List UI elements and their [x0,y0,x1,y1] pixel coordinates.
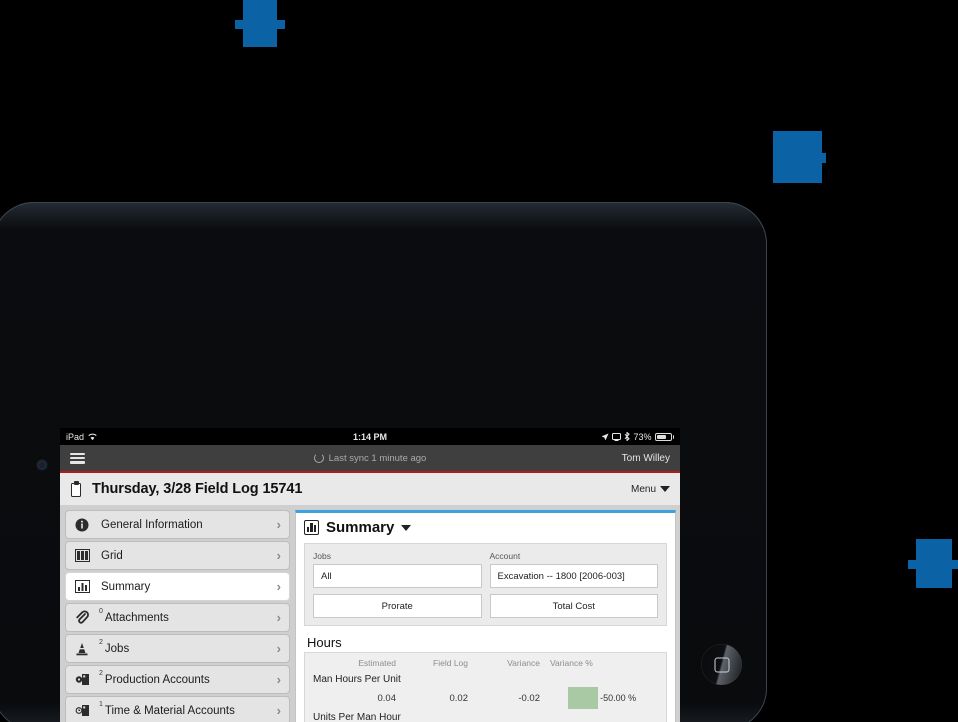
col-variance: Variance [507,658,540,668]
home-button[interactable] [701,644,742,685]
variance-bar [568,687,598,709]
ipad-device-frame: iPad 1:14 PM 73% Last sync 1 minute ago … [0,202,767,722]
hamburger-icon[interactable] [70,452,85,464]
sidebar-item-label: Attachments [104,611,169,624]
rotation-lock-icon [612,432,622,441]
sidebar-item-label: Time & Material Accounts [104,704,235,717]
clock-account-icon [73,703,91,719]
sidebar-badge: 2 [99,639,103,646]
menu-button[interactable]: Menu [631,484,670,495]
battery-icon [654,432,674,441]
sidebar-item-label: Summary [101,580,151,593]
row-group-label: Units Per Man Hour [313,712,401,722]
chevron-right-icon: › [276,548,281,563]
blue-cross-marker-bottom [908,539,958,588]
bar-chart-icon [73,579,91,595]
jobs-filter-label: Jobs [313,551,331,561]
screenshot-stage: iPad 1:14 PM 73% Last sync 1 minute ago … [0,0,958,722]
clipboard-icon [70,481,83,497]
content-area: General Information › Grid › Summary › 0… [60,506,680,722]
rounded-square-icon [714,657,729,672]
chevron-right-icon: › [276,703,281,718]
account-filter-label: Account [489,551,521,561]
info-circle-icon [73,517,91,533]
menu-button-label: Menu [630,483,656,495]
total-cost-button[interactable]: Total Cost [489,594,658,618]
sidebar-item-jobs[interactable]: 2 Jobs › [65,634,290,663]
front-camera-icon [38,461,46,469]
summary-filters: Jobs All Prorate Account Excavation -- 1… [304,543,667,626]
table-row: 0.04 0.02 -0.02 -50.00 % [305,686,666,710]
sidebar-badge: 0 [99,608,103,615]
caret-down-icon[interactable] [401,524,412,531]
account-filter-select[interactable]: Excavation -- 1800 [2006-003] [489,564,658,588]
sync-status-label: Last sync 1 minute ago [328,452,427,464]
location-arrow-icon [601,433,609,440]
paperclip-icon [73,610,91,626]
production-account-icon [73,672,91,688]
table-header-row: Estimated Field Log Variance Variance % [305,656,666,672]
col-estimated: Estimated [358,658,396,668]
hours-section-title: Hours [307,635,342,650]
sync-status: Last sync 1 minute ago [60,453,680,464]
record-title-bar: Thursday, 3/28 Field Log 15741 Menu [60,473,680,506]
chevron-right-icon: › [276,610,281,625]
bar-chart-icon [304,520,319,535]
status-bar: iPad 1:14 PM 73% [60,428,680,445]
chevron-right-icon: › [276,672,281,687]
sidebar-item-production-accounts[interactable]: 2 Production Accounts › [65,665,290,694]
status-time: 1:14 PM [352,431,387,442]
chevron-right-icon: › [276,517,281,532]
sidebar-item-label: Grid [101,549,123,562]
grid-columns-icon [73,548,91,564]
sidebar-item-attachments[interactable]: 0 Attachments › [65,603,290,632]
summary-panel: Summary Jobs All Prorate Account Excavat… [295,510,676,722]
sidebar-nav[interactable]: General Information › Grid › Summary › 0… [60,506,295,722]
caret-down-icon [660,486,670,492]
sidebar-item-time-material-accounts[interactable]: 1 Time & Material Accounts › [65,696,290,722]
sync-refresh-icon [313,453,324,463]
sidebar-badge: 1 [99,701,103,708]
bluetooth-icon [625,432,631,441]
col-field-log: Field Log [433,658,468,668]
ipad-screen: iPad 1:14 PM 73% Last sync 1 minute ago … [60,428,680,722]
blue-cross-marker-top [235,0,285,47]
sidebar-item-grid[interactable]: Grid › [65,541,290,570]
user-name-label[interactable]: Tom Willey [622,453,670,464]
sidebar-item-summary[interactable]: Summary › [65,572,290,601]
sidebar-item-general-information[interactable]: General Information › [65,510,290,539]
col-variance-pct: Variance % [550,658,593,668]
row-group-label: Man Hours Per Unit [313,674,401,685]
jobs-filter-select[interactable]: All [313,564,482,588]
hours-table: Estimated Field Log Variance Variance % … [304,652,667,722]
prorate-button[interactable]: Prorate [313,594,482,618]
sidebar-badge: 2 [99,670,103,677]
cell-variance: -0.02 [518,692,540,704]
variance-pct-label: -50.00 % [600,693,637,703]
traffic-cone-icon [73,641,91,657]
summary-title: Summary [326,519,395,536]
chevron-right-icon: › [276,579,281,594]
cell-estimated: 0.04 [377,692,397,704]
sidebar-item-label: Production Accounts [104,673,210,686]
sidebar-item-label: Jobs [104,642,130,655]
sidebar-item-label: General Information [101,518,203,531]
blue-square-marker-right [773,131,826,183]
app-nav-bar: Last sync 1 minute ago Tom Willey [60,445,680,473]
summary-panel-header: Summary [304,519,667,536]
chevron-right-icon: › [276,641,281,656]
cell-field-log: 0.02 [449,692,469,704]
page-title: Thursday, 3/28 Field Log 15741 [92,481,303,497]
variance-bar-zone: -50.00 % [544,686,666,710]
battery-percent-label: 73% [633,431,652,442]
